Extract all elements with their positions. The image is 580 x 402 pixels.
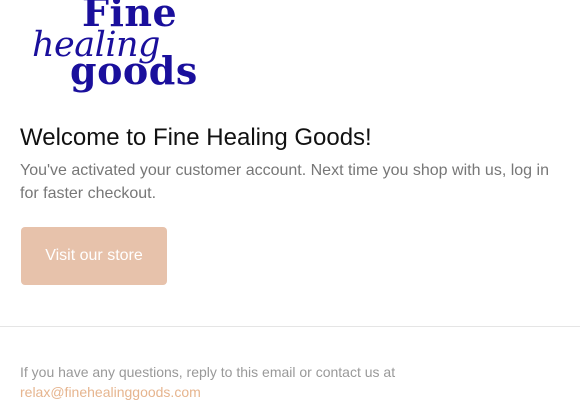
footer-contact-text: If you have any questions, reply to this…: [20, 364, 396, 380]
divider: [0, 326, 580, 327]
logo-line-goods: goods: [70, 48, 198, 93]
brand-logo: Fine healing goods: [32, 0, 202, 96]
contact-email-link[interactable]: relax@finehealinggoods.com: [20, 382, 201, 402]
activation-message: You've activated your customer account. …: [20, 162, 549, 202]
visit-store-button[interactable]: Visit our store: [21, 227, 167, 285]
welcome-heading: Welcome to Fine Healing Goods!: [20, 124, 372, 151]
